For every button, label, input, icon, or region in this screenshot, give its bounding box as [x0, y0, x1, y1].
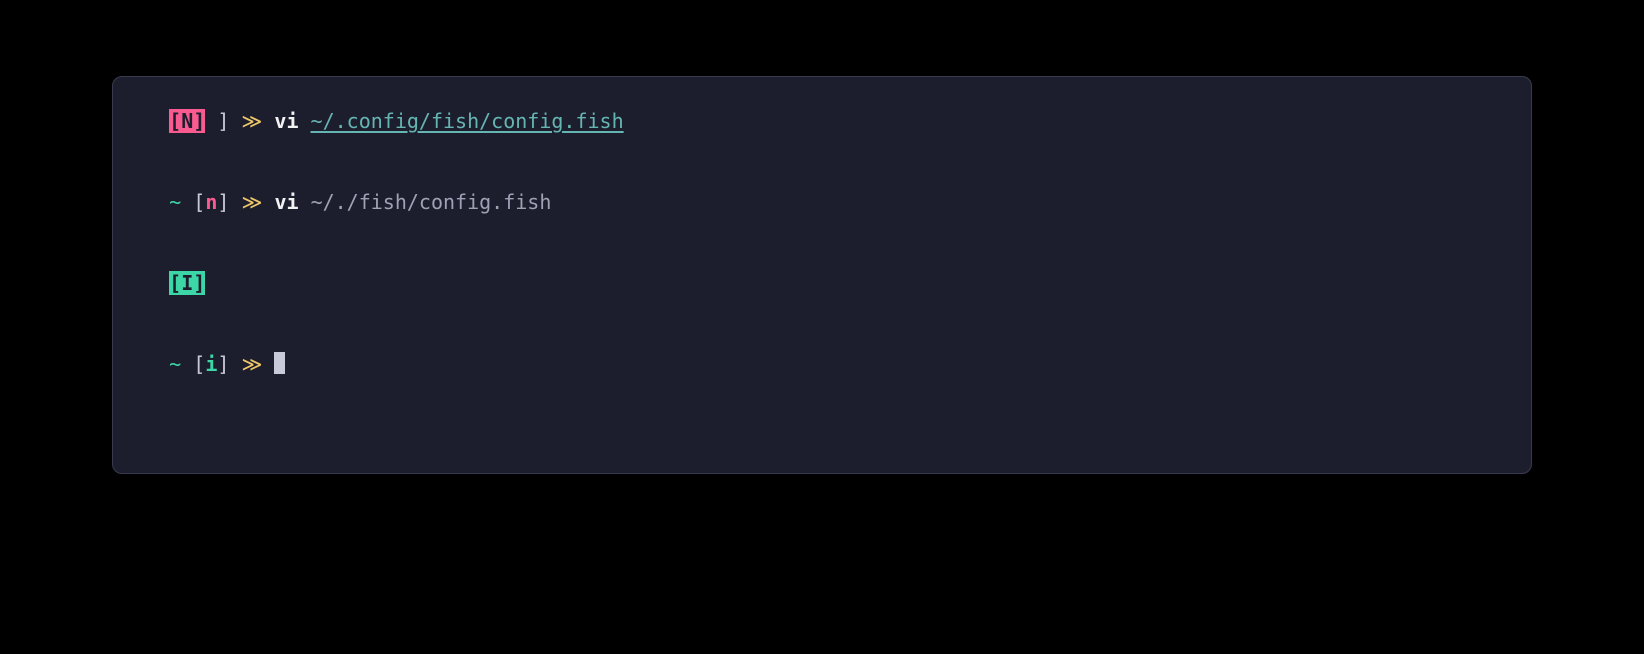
prompt-bracket-open: [ [193, 190, 205, 214]
prompt-bracket-close: ] [217, 352, 229, 376]
terminal-line: ~ [n] ≫ vi ~/./fish/config.fish [121, 162, 1523, 243]
prompt-bracket-close: ] [217, 109, 229, 133]
command-argument-path: ~/.config/fish/config.fish [311, 109, 624, 133]
prompt-arrow: ≫ [229, 190, 274, 214]
terminal-cursor [274, 352, 285, 374]
vi-mode-badge-insert: [I] [169, 271, 205, 295]
vi-mode-badge-normal: [N] [169, 109, 205, 133]
vi-mode-letter-normal: n [205, 190, 217, 214]
prompt-bracket-close: ] [217, 190, 229, 214]
vi-mode-letter-insert: i [205, 352, 217, 376]
prompt-arrow: ≫ [229, 352, 274, 376]
prompt-bracket-open: [ [193, 352, 205, 376]
prompt-arrow: ≫ [229, 109, 274, 133]
command-text: vi [274, 190, 310, 214]
prompt-cwd-tilde: ~ [169, 190, 193, 214]
terminal-line: [I] [121, 243, 1523, 324]
prompt-text [205, 109, 217, 133]
command-text: vi [274, 109, 310, 133]
command-argument-path: ~/./fish/config.fish [311, 190, 552, 214]
terminal-window[interactable]: [N] ] ≫ vi ~/.config/fish/config.fish ~ … [112, 76, 1532, 474]
terminal-line: [N] ] ≫ vi ~/.config/fish/config.fish [121, 81, 1523, 162]
prompt-cwd-tilde: ~ [169, 352, 193, 376]
terminal-input-line[interactable]: ~ [i] ≫ [121, 324, 1523, 405]
